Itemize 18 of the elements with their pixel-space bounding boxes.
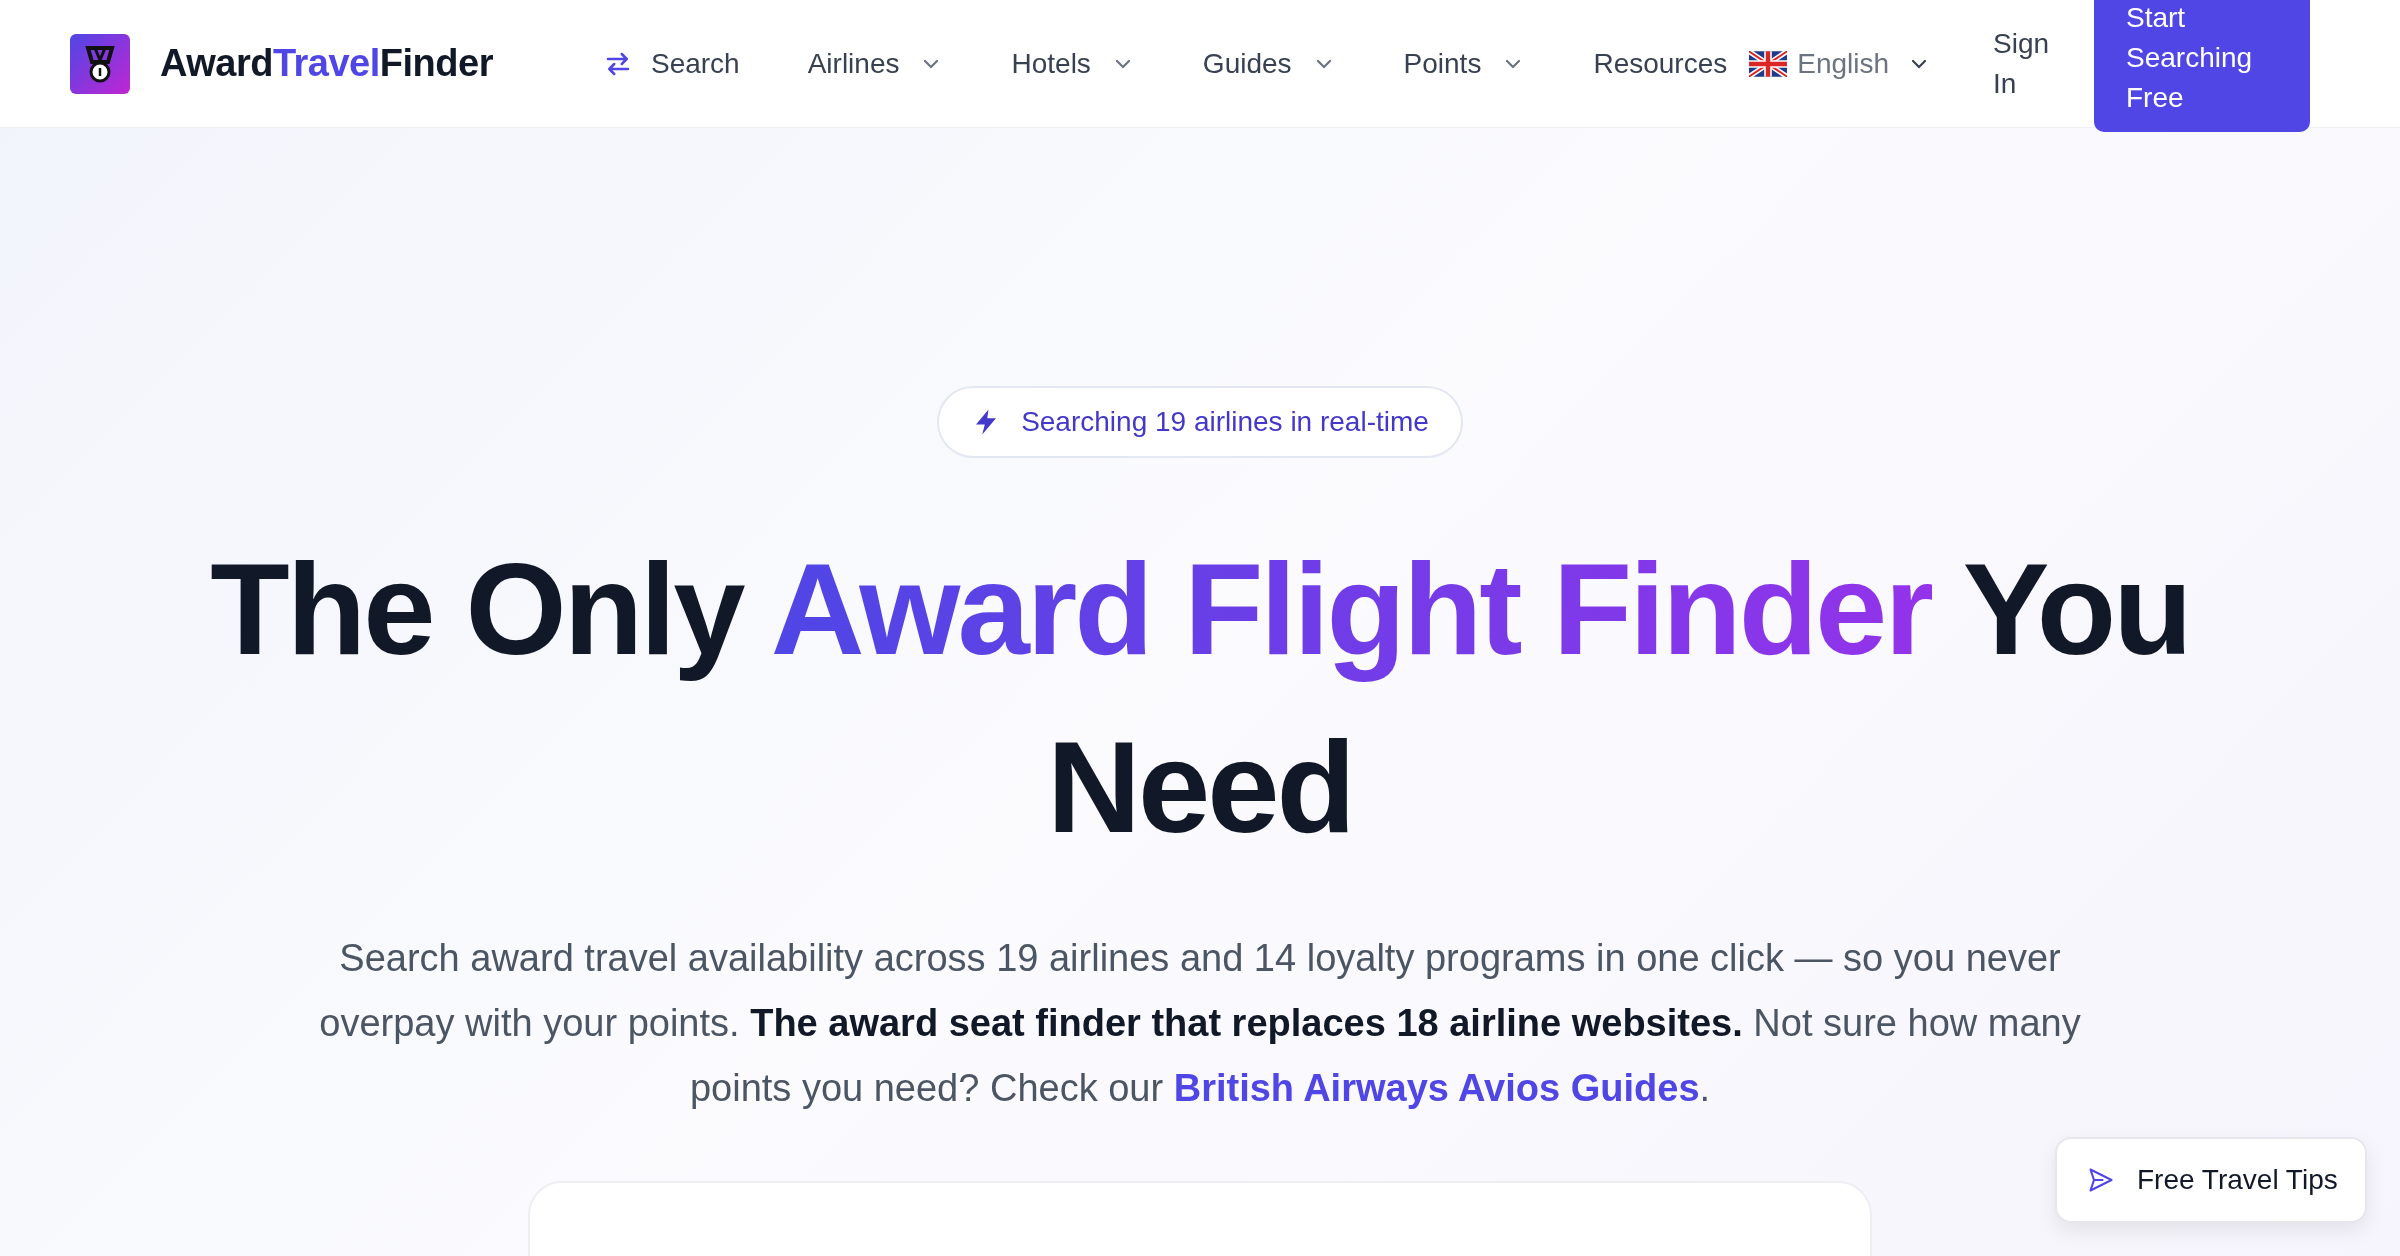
language-selector[interactable]: English xyxy=(1749,47,1932,80)
start-searching-button[interactable]: Start Searching Free xyxy=(2094,0,2310,132)
hero-description: Search award travel availability across 19 airlines and 14 loyalty programs in one click — so you never overpay with your points. The award seat finder that replaces 18 airline websites. Not sure how many points you need? Check our British Airways Avios Guides. xyxy=(318,936,2082,1111)
nav-link[interactable]: Search xyxy=(602,47,740,80)
logo-icon[interactable] xyxy=(70,32,130,95)
nav-link[interactable]: Airlines xyxy=(807,47,944,80)
nav-link[interactable]: Resources xyxy=(1593,47,1728,80)
free-travel-tips-button[interactable]: Free Travel Tips xyxy=(2055,1137,2367,1223)
nav-link[interactable]: Guides xyxy=(1202,47,1336,80)
nav-link[interactable]: Hotels xyxy=(1011,47,1135,80)
guides-link[interactable]: British Airways Avios Guides xyxy=(1173,1067,1700,1109)
hero-headline: The Only Award Flight Finder You Need xyxy=(209,535,2191,862)
uk-flag-icon xyxy=(1749,50,1788,77)
sign-in-link[interactable]: Sign In xyxy=(1993,23,2064,104)
brand-name[interactable]: AwardTravelFinder xyxy=(160,42,493,85)
send-icon xyxy=(2087,1166,2115,1194)
nav-link[interactable]: Points xyxy=(1403,47,1526,80)
status-badge: Searching 19 airlines in real-time xyxy=(937,386,1463,458)
